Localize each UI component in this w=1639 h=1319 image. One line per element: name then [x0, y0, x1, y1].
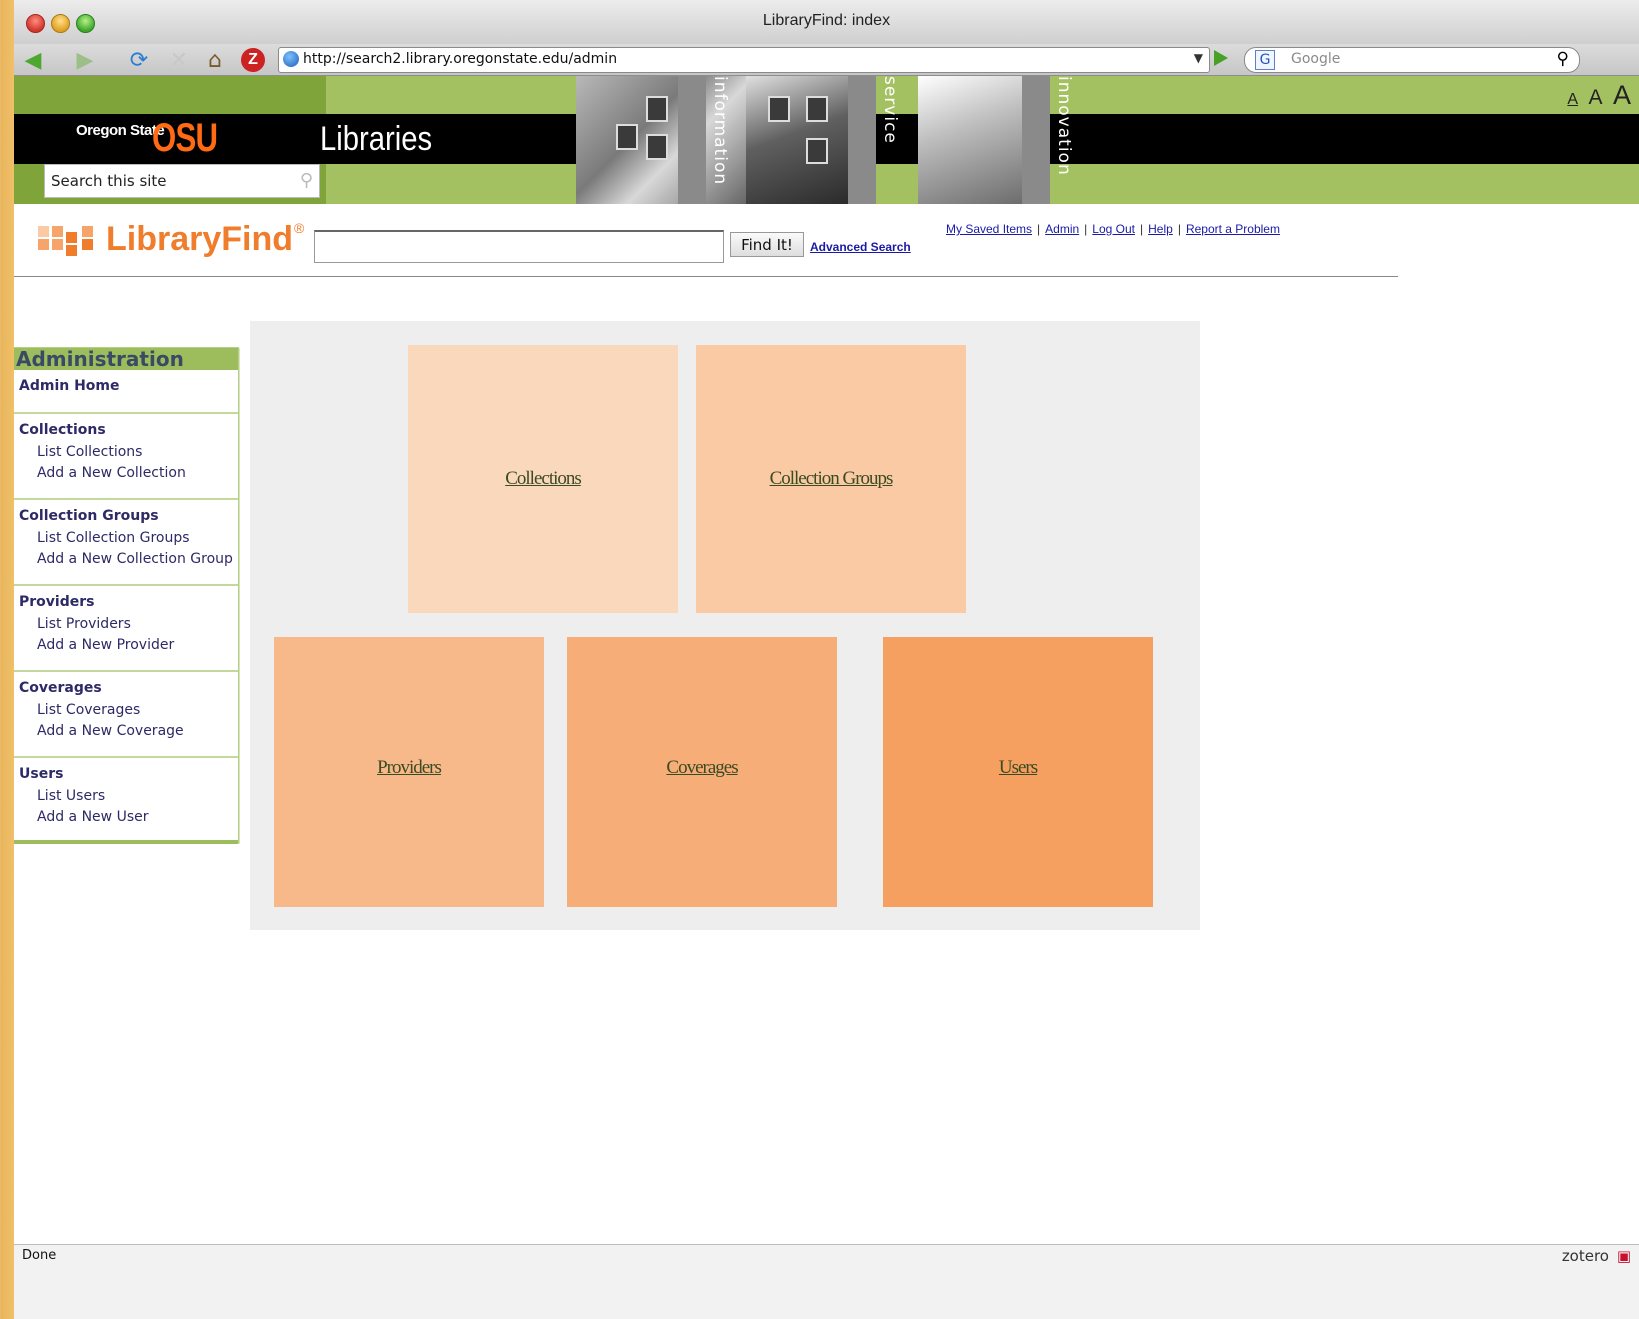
header-divider [14, 276, 1398, 277]
search-placeholder: Google [1291, 51, 1341, 67]
search-engine-icon[interactable]: G [1255, 50, 1275, 70]
sidebar-item-list-collection-groups[interactable]: List Collection Groups [37, 530, 190, 546]
title-bar: LibraryFind: index [14, 0, 1639, 45]
window-title: LibraryFind: index [762, 12, 891, 29]
admin-tiles-panel: Collections Collection Groups Providers … [250, 321, 1200, 930]
registered-mark: ® [294, 220, 305, 236]
sidebar-section-home: Admin Home [14, 370, 238, 414]
address-bar[interactable]: http://search2.library.oregonstate.edu/a… [278, 47, 1210, 73]
sidebar-item-add-user[interactable]: Add a New User [37, 809, 148, 825]
link-separator: | [1140, 222, 1144, 236]
osu-logo[interactable]: OSU [152, 116, 218, 161]
text-size-medium[interactable]: A [1589, 86, 1603, 109]
link-separator: | [1084, 222, 1088, 236]
search-icon[interactable]: ⚲ [1557, 49, 1569, 69]
sidebar-title: Administration [16, 347, 184, 371]
reload-icon[interactable]: ⟳ [126, 47, 152, 73]
header-stripe [678, 76, 706, 204]
sidebar-section-providers: Providers List Providers Add a New Provi… [14, 586, 238, 672]
my-saved-items-link[interactable]: My Saved Items [946, 222, 1032, 236]
tile-label[interactable]: Providers [377, 757, 442, 779]
tile-label[interactable]: Coverages [666, 757, 738, 779]
text-size-controls: A A A [1561, 80, 1631, 111]
sidebar-heading-providers[interactable]: Providers [19, 594, 94, 610]
url-dropdown-icon[interactable]: ▼ [1194, 51, 1203, 65]
sidebar-heading-collection-groups[interactable]: Collection Groups [19, 508, 159, 524]
tile-users[interactable]: Users [883, 637, 1153, 907]
sidebar-item-add-collection[interactable]: Add a New Collection [37, 465, 186, 481]
status-text: Done [22, 1248, 57, 1263]
sidebar-item-list-collections[interactable]: List Collections [37, 444, 142, 460]
search-icon[interactable]: ⚲ [300, 170, 313, 191]
site-search-placeholder: Search this site [51, 172, 167, 190]
sidebar-heading-coverages[interactable]: Coverages [19, 680, 102, 696]
tile-providers[interactable]: Providers [274, 637, 544, 907]
find-it-button[interactable]: Find It! [730, 232, 804, 257]
sidebar-item-add-provider[interactable]: Add a New Provider [37, 637, 174, 653]
admin-link[interactable]: Admin [1045, 222, 1079, 236]
admin-sidebar: Administration Admin Home Collections Li… [14, 347, 239, 844]
browser-window: LibraryFind: index ◀ ▶ ⟳ ✕ ⌂ Z http://se… [14, 0, 1639, 1319]
header-stripe [848, 76, 876, 204]
sidebar-item-admin-home[interactable]: Admin Home [19, 378, 120, 394]
site-search-input[interactable]: Search this site ⚲ [44, 164, 320, 198]
sidebar-item-list-users[interactable]: List Users [37, 788, 105, 804]
go-arrow-icon[interactable] [1214, 50, 1228, 66]
word-information: information [710, 76, 730, 186]
stop-icon[interactable]: ✕ [166, 47, 192, 73]
link-separator: | [1037, 222, 1041, 236]
help-link[interactable]: Help [1148, 222, 1173, 236]
text-size-large[interactable]: A [1613, 80, 1631, 110]
user-links: My Saved Items | Admin | Log Out | Help | Report… [946, 222, 1280, 236]
browser-search-field[interactable]: G Google ⚲ [1244, 47, 1580, 73]
tile-label[interactable]: Collection Groups [770, 468, 894, 490]
sidebar-footer [14, 840, 238, 844]
navigation-toolbar: ◀ ▶ ⟳ ✕ ⌂ Z http://search2.library.orego… [14, 44, 1639, 76]
tile-collections[interactable]: Collections [408, 345, 678, 613]
sidebar-heading-collections[interactable]: Collections [19, 422, 106, 438]
sidebar-section-coverages: Coverages List Coverages Add a New Cover… [14, 672, 238, 758]
link-separator: | [1177, 222, 1181, 236]
sidebar-item-list-providers[interactable]: List Providers [37, 616, 131, 632]
libraryfind-search-input[interactable] [314, 230, 724, 263]
globe-icon [283, 51, 299, 67]
zotero-status-icon[interactable]: ▣ [1617, 1247, 1631, 1265]
header-accent-top [14, 76, 326, 114]
building-photo-2 [746, 76, 852, 204]
site-header: Oregon State OSU Libraries information s… [14, 76, 1639, 204]
report-problem-link[interactable]: Report a Problem [1186, 222, 1280, 236]
home-icon[interactable]: ⌂ [202, 47, 228, 73]
sidebar-section-users: Users List Users Add a New User [14, 758, 238, 840]
sidebar-item-add-collection-group[interactable]: Add a New Collection Group [37, 551, 233, 567]
osu-logo-text[interactable]: Oregon State [76, 122, 165, 139]
sidebar-section-collection-groups: Collection Groups List Collection Groups… [14, 500, 238, 586]
text-size-small[interactable]: A [1567, 91, 1578, 108]
tile-label[interactable]: Users [999, 757, 1038, 779]
tile-collection-groups[interactable]: Collection Groups [696, 345, 966, 613]
forward-arrow-icon[interactable]: ▶ [72, 47, 98, 73]
word-innovation: innovation [1054, 76, 1074, 176]
zotero-status-label[interactable]: zotero [1562, 1247, 1609, 1265]
word-service: service [880, 76, 900, 144]
libraryfind-logo-text: LibraryFind [106, 220, 294, 258]
log-out-link[interactable]: Log Out [1092, 222, 1135, 236]
libraries-title[interactable]: Libraries [320, 120, 432, 159]
sidebar-section-collections: Collections List Collections Add a New C… [14, 414, 238, 500]
tile-coverages[interactable]: Coverages [567, 637, 837, 907]
zotero-icon[interactable]: Z [240, 47, 266, 73]
sidebar-heading-users[interactable]: Users [19, 766, 63, 782]
back-arrow-icon[interactable]: ◀ [20, 47, 46, 73]
header-stripe [1022, 76, 1050, 204]
status-bar: Done zotero ▣ [14, 1244, 1639, 1319]
sidebar-item-add-coverage[interactable]: Add a New Coverage [37, 723, 184, 739]
tile-label[interactable]: Collections [505, 468, 582, 490]
advanced-search-link[interactable]: Advanced Search [810, 240, 911, 254]
sidebar-item-list-coverages[interactable]: List Coverages [37, 702, 140, 718]
sidebar-header: Administration [14, 347, 238, 371]
building-photo-3 [918, 76, 1024, 204]
url-text: http://search2.library.oregonstate.edu/a… [303, 51, 618, 67]
